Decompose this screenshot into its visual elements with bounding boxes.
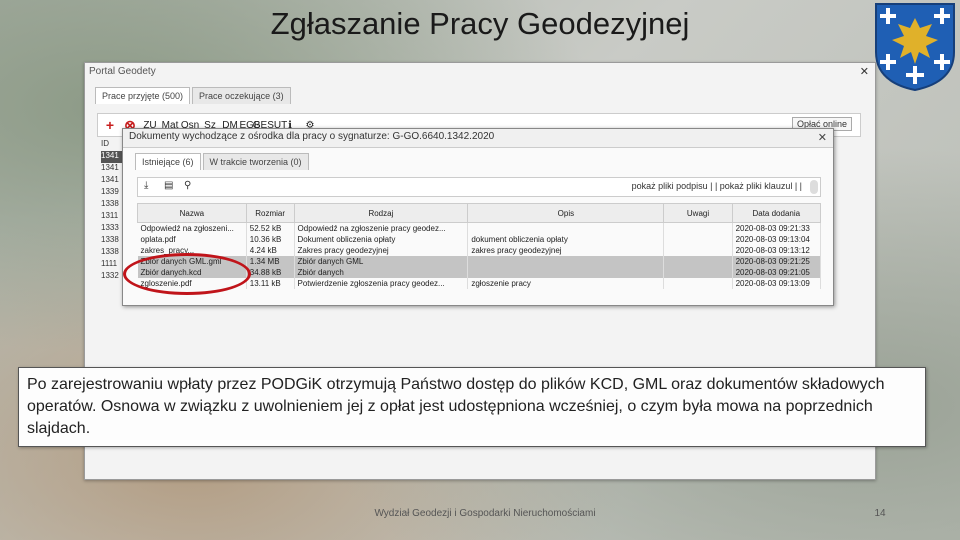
cell-type: Dokument obliczenia opłaty xyxy=(294,234,469,245)
cell-notes xyxy=(663,245,733,256)
caption-box: Po zarejestrowaniu wpłaty przez PODGiK o… xyxy=(18,367,926,447)
list-item[interactable]: 1338 xyxy=(101,199,123,211)
download-icon[interactable]: ⤓ xyxy=(144,180,148,191)
tab-prace-oczekujace[interactable]: Prace oczekujące (3) xyxy=(192,87,291,104)
signature-links[interactable]: pokaż pliki podpisu | | pokaż pliki klau… xyxy=(632,181,802,191)
list-item[interactable]: 1333 xyxy=(101,223,123,235)
cell-type: Zakres pracy geodezyjnej xyxy=(294,245,469,256)
cell-date: 2020-08-03 09:13:04 xyxy=(732,234,822,245)
cell-desc: zakres pracy geodezyjnej xyxy=(467,245,665,256)
list-item[interactable]: ID xyxy=(101,139,123,151)
list-item[interactable]: 1338 xyxy=(101,235,123,247)
close-icon[interactable]: ✕ xyxy=(860,65,869,78)
cell-type: Zbiór danych xyxy=(294,267,469,278)
cell-date: 2020-08-03 09:21:25 xyxy=(732,256,822,267)
list-item[interactable]: 1311 xyxy=(101,211,123,223)
list-item[interactable]: 1338 xyxy=(101,247,123,259)
tab-w-trakcie-tworzenia[interactable]: W trakcie tworzenia (0) xyxy=(202,153,309,170)
column-header[interactable]: Opis xyxy=(467,203,665,223)
works-list: ID 1341 1341 1341 1339 1338 1311 1333 13… xyxy=(101,139,123,283)
cell-desc xyxy=(467,222,665,234)
cell-date: 2020-08-03 09:21:33 xyxy=(732,222,822,234)
cell-notes xyxy=(663,267,733,278)
cell-desc: zgłoszenie pracy xyxy=(467,278,665,289)
portal-window-title: Portal Geodety xyxy=(89,66,156,77)
cell-size: 1.34 MB xyxy=(246,256,295,267)
cell-date: 2020-08-03 09:13:09 xyxy=(732,278,822,289)
dialog-title: Dokumenty wychodzące z ośrodka dla pracy… xyxy=(123,129,833,148)
scrollbar[interactable] xyxy=(810,180,818,194)
page-number: 14 xyxy=(874,508,886,519)
add-icon[interactable]: + xyxy=(102,117,118,133)
table-row[interactable]: Odpowiedź na zgłoszeni... 52.52 kB Odpow… xyxy=(137,222,822,234)
dialog-tabs: Istniejące (6) W trakcie tworzenia (0) xyxy=(135,153,311,170)
cell-notes xyxy=(663,278,733,289)
cell-desc xyxy=(467,267,665,278)
list-item[interactable]: 1341 xyxy=(101,175,123,187)
close-icon[interactable]: ✕ xyxy=(818,131,827,144)
cell-type: Potwierdzenie zgłoszenia pracy geodez... xyxy=(294,278,469,289)
list-item[interactable]: 1341 xyxy=(101,151,123,163)
document-icon[interactable]: ▤ xyxy=(164,180,173,191)
caption-text: Po zarejestrowaniu wpłaty przez PODGiK o… xyxy=(27,376,885,437)
cell-size: 52.52 kB xyxy=(246,222,295,234)
cell-date: 2020-08-03 09:13:12 xyxy=(732,245,822,256)
cell-type: Zbiór danych GML xyxy=(294,256,469,267)
list-item[interactable]: 1341 xyxy=(101,163,123,175)
cell-name: oplata.pdf xyxy=(137,234,247,245)
cell-desc xyxy=(467,256,665,267)
cell-notes xyxy=(663,234,733,245)
cell-notes xyxy=(663,256,733,267)
cell-name: Odpowiedź na zgłoszeni... xyxy=(137,222,247,234)
table-row[interactable]: zakres_pracy... 4.24 kB Zakres pracy geo… xyxy=(137,245,822,256)
portal-tabs: Prace przyjęte (500) Prace oczekujące (3… xyxy=(95,87,293,104)
list-item[interactable]: 1339 xyxy=(101,187,123,199)
tab-istniejace[interactable]: Istniejące (6) xyxy=(135,153,201,170)
column-header[interactable]: Data dodania xyxy=(731,203,822,223)
filter-icon[interactable]: ⚲ xyxy=(184,180,191,191)
column-header[interactable]: Rozmiar xyxy=(245,203,295,223)
list-item[interactable]: 1111 xyxy=(101,259,123,271)
cell-size: 4.24 kB xyxy=(246,245,295,256)
cell-desc: dokument obliczenia opłaty xyxy=(467,234,665,245)
cell-date: 2020-08-03 09:21:05 xyxy=(732,267,822,278)
cell-type: Odpowiedź na zgłoszenie pracy geodez... xyxy=(294,222,469,234)
cell-notes xyxy=(663,222,733,234)
footer-text: Wydział Geodezji i Gospodarki Nieruchomo… xyxy=(374,508,596,519)
cell-size: 34.88 kB xyxy=(246,267,295,278)
tab-prace-przyjete[interactable]: Prace przyjęte (500) xyxy=(95,87,191,104)
column-header[interactable]: Nazwa xyxy=(137,203,247,223)
slide-title: Zgłaszanie Pracy Geodezyjnej xyxy=(270,6,690,41)
column-header[interactable]: Rodzaj xyxy=(293,203,469,223)
table-row[interactable]: oplata.pdf 10.36 kB Dokument obliczenia … xyxy=(137,234,822,245)
highlight-ellipse xyxy=(123,253,251,295)
cell-size: 13.11 kB xyxy=(246,278,295,289)
cell-size: 10.36 kB xyxy=(246,234,295,245)
dialog-toolbar: ⤓ ▤ ⚲ pokaż pliki podpisu | | pokaż plik… xyxy=(137,177,821,197)
coat-of-arms-icon xyxy=(875,3,955,92)
column-header[interactable]: Uwagi xyxy=(663,203,733,223)
list-item[interactable]: 1332 xyxy=(101,271,123,283)
